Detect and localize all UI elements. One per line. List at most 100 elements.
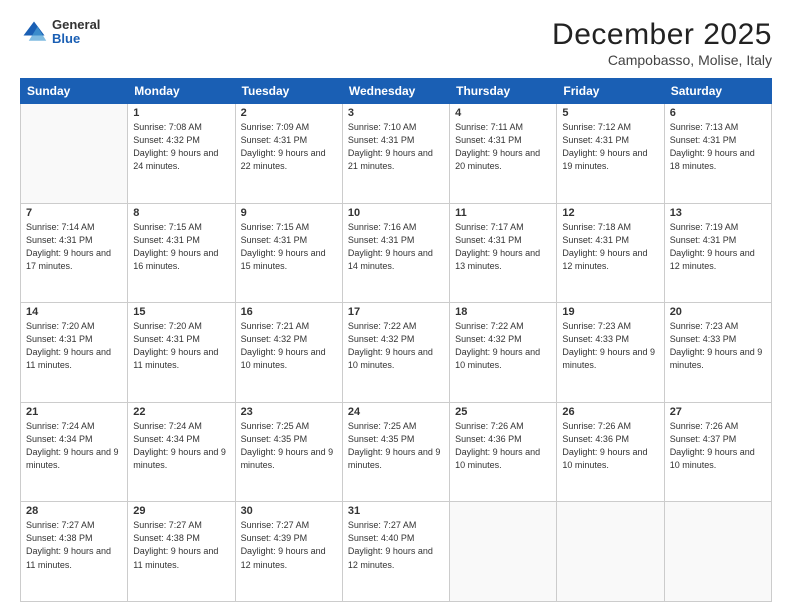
day-number: 24: [348, 406, 444, 418]
calendar-cell: 5 Sunrise: 7:12 AMSunset: 4:31 PMDayligh…: [557, 104, 664, 204]
calendar-cell: 26 Sunrise: 7:26 AMSunset: 4:36 PMDaylig…: [557, 402, 664, 502]
calendar-cell: 4 Sunrise: 7:11 AMSunset: 4:31 PMDayligh…: [450, 104, 557, 204]
day-number: 23: [241, 406, 337, 418]
calendar-week-row: 14 Sunrise: 7:20 AMSunset: 4:31 PMDaylig…: [21, 303, 772, 403]
logo: General Blue: [20, 18, 100, 47]
day-number: 4: [455, 107, 551, 119]
day-number: 27: [670, 406, 766, 418]
logo-icon: [20, 18, 48, 46]
day-number: 20: [670, 306, 766, 318]
calendar-cell: 31 Sunrise: 7:27 AMSunset: 4:40 PMDaylig…: [342, 502, 449, 602]
day-number: 31: [348, 505, 444, 517]
day-info: Sunrise: 7:22 AMSunset: 4:32 PMDaylight:…: [455, 320, 551, 372]
calendar-cell: 2 Sunrise: 7:09 AMSunset: 4:31 PMDayligh…: [235, 104, 342, 204]
day-info: Sunrise: 7:10 AMSunset: 4:31 PMDaylight:…: [348, 121, 444, 173]
day-info: Sunrise: 7:18 AMSunset: 4:31 PMDaylight:…: [562, 221, 658, 273]
day-info: Sunrise: 7:25 AMSunset: 4:35 PMDaylight:…: [348, 420, 444, 472]
day-number: 25: [455, 406, 551, 418]
day-number: 19: [562, 306, 658, 318]
day-number: 26: [562, 406, 658, 418]
day-header: Sunday: [21, 79, 128, 104]
calendar-cell: [21, 104, 128, 204]
calendar-cell: 23 Sunrise: 7:25 AMSunset: 4:35 PMDaylig…: [235, 402, 342, 502]
day-number: 15: [133, 306, 229, 318]
day-info: Sunrise: 7:26 AMSunset: 4:36 PMDaylight:…: [455, 420, 551, 472]
day-info: Sunrise: 7:26 AMSunset: 4:37 PMDaylight:…: [670, 420, 766, 472]
calendar-cell: 7 Sunrise: 7:14 AMSunset: 4:31 PMDayligh…: [21, 203, 128, 303]
day-info: Sunrise: 7:24 AMSunset: 4:34 PMDaylight:…: [133, 420, 229, 472]
day-info: Sunrise: 7:23 AMSunset: 4:33 PMDaylight:…: [670, 320, 766, 372]
day-info: Sunrise: 7:14 AMSunset: 4:31 PMDaylight:…: [26, 221, 122, 273]
day-info: Sunrise: 7:09 AMSunset: 4:31 PMDaylight:…: [241, 121, 337, 173]
day-number: 29: [133, 505, 229, 517]
day-header: Thursday: [450, 79, 557, 104]
calendar-cell: 10 Sunrise: 7:16 AMSunset: 4:31 PMDaylig…: [342, 203, 449, 303]
calendar-cell: 25 Sunrise: 7:26 AMSunset: 4:36 PMDaylig…: [450, 402, 557, 502]
day-header: Friday: [557, 79, 664, 104]
logo-blue: Blue: [52, 32, 100, 46]
page: General Blue December 2025 Campobasso, M…: [0, 0, 792, 612]
header-row: SundayMondayTuesdayWednesdayThursdayFrid…: [21, 79, 772, 104]
day-number: 18: [455, 306, 551, 318]
day-info: Sunrise: 7:23 AMSunset: 4:33 PMDaylight:…: [562, 320, 658, 372]
day-number: 7: [26, 207, 122, 219]
calendar-cell: 3 Sunrise: 7:10 AMSunset: 4:31 PMDayligh…: [342, 104, 449, 204]
day-info: Sunrise: 7:13 AMSunset: 4:31 PMDaylight:…: [670, 121, 766, 173]
header: General Blue December 2025 Campobasso, M…: [20, 18, 772, 68]
day-header: Tuesday: [235, 79, 342, 104]
day-info: Sunrise: 7:24 AMSunset: 4:34 PMDaylight:…: [26, 420, 122, 472]
day-info: Sunrise: 7:27 AMSunset: 4:38 PMDaylight:…: [26, 519, 122, 571]
day-number: 16: [241, 306, 337, 318]
day-number: 17: [348, 306, 444, 318]
day-number: 9: [241, 207, 337, 219]
calendar-cell: 15 Sunrise: 7:20 AMSunset: 4:31 PMDaylig…: [128, 303, 235, 403]
day-header: Wednesday: [342, 79, 449, 104]
subtitle: Campobasso, Molise, Italy: [552, 52, 772, 68]
day-info: Sunrise: 7:26 AMSunset: 4:36 PMDaylight:…: [562, 420, 658, 472]
day-number: 14: [26, 306, 122, 318]
day-number: 3: [348, 107, 444, 119]
logo-general: General: [52, 18, 100, 32]
calendar-week-row: 28 Sunrise: 7:27 AMSunset: 4:38 PMDaylig…: [21, 502, 772, 602]
calendar-cell: 30 Sunrise: 7:27 AMSunset: 4:39 PMDaylig…: [235, 502, 342, 602]
day-info: Sunrise: 7:27 AMSunset: 4:38 PMDaylight:…: [133, 519, 229, 571]
day-number: 12: [562, 207, 658, 219]
day-info: Sunrise: 7:11 AMSunset: 4:31 PMDaylight:…: [455, 121, 551, 173]
logo-text: General Blue: [52, 18, 100, 47]
calendar-cell: 19 Sunrise: 7:23 AMSunset: 4:33 PMDaylig…: [557, 303, 664, 403]
calendar-cell: [664, 502, 771, 602]
calendar-cell: [450, 502, 557, 602]
day-header: Saturday: [664, 79, 771, 104]
calendar-cell: 12 Sunrise: 7:18 AMSunset: 4:31 PMDaylig…: [557, 203, 664, 303]
calendar-cell: 18 Sunrise: 7:22 AMSunset: 4:32 PMDaylig…: [450, 303, 557, 403]
calendar-cell: 6 Sunrise: 7:13 AMSunset: 4:31 PMDayligh…: [664, 104, 771, 204]
calendar-cell: 27 Sunrise: 7:26 AMSunset: 4:37 PMDaylig…: [664, 402, 771, 502]
day-header: Monday: [128, 79, 235, 104]
calendar-cell: 1 Sunrise: 7:08 AMSunset: 4:32 PMDayligh…: [128, 104, 235, 204]
day-info: Sunrise: 7:22 AMSunset: 4:32 PMDaylight:…: [348, 320, 444, 372]
calendar-cell: 16 Sunrise: 7:21 AMSunset: 4:32 PMDaylig…: [235, 303, 342, 403]
day-number: 21: [26, 406, 122, 418]
day-info: Sunrise: 7:20 AMSunset: 4:31 PMDaylight:…: [26, 320, 122, 372]
calendar-cell: 21 Sunrise: 7:24 AMSunset: 4:34 PMDaylig…: [21, 402, 128, 502]
day-info: Sunrise: 7:15 AMSunset: 4:31 PMDaylight:…: [133, 221, 229, 273]
day-number: 5: [562, 107, 658, 119]
month-title: December 2025: [552, 18, 772, 52]
calendar-cell: 22 Sunrise: 7:24 AMSunset: 4:34 PMDaylig…: [128, 402, 235, 502]
calendar-cell: 11 Sunrise: 7:17 AMSunset: 4:31 PMDaylig…: [450, 203, 557, 303]
calendar-cell: 13 Sunrise: 7:19 AMSunset: 4:31 PMDaylig…: [664, 203, 771, 303]
day-number: 11: [455, 207, 551, 219]
day-info: Sunrise: 7:16 AMSunset: 4:31 PMDaylight:…: [348, 221, 444, 273]
calendar-cell: 28 Sunrise: 7:27 AMSunset: 4:38 PMDaylig…: [21, 502, 128, 602]
calendar-cell: 29 Sunrise: 7:27 AMSunset: 4:38 PMDaylig…: [128, 502, 235, 602]
day-info: Sunrise: 7:15 AMSunset: 4:31 PMDaylight:…: [241, 221, 337, 273]
day-info: Sunrise: 7:12 AMSunset: 4:31 PMDaylight:…: [562, 121, 658, 173]
day-info: Sunrise: 7:27 AMSunset: 4:39 PMDaylight:…: [241, 519, 337, 571]
day-info: Sunrise: 7:08 AMSunset: 4:32 PMDaylight:…: [133, 121, 229, 173]
calendar-cell: 8 Sunrise: 7:15 AMSunset: 4:31 PMDayligh…: [128, 203, 235, 303]
day-number: 10: [348, 207, 444, 219]
calendar-cell: 24 Sunrise: 7:25 AMSunset: 4:35 PMDaylig…: [342, 402, 449, 502]
day-info: Sunrise: 7:20 AMSunset: 4:31 PMDaylight:…: [133, 320, 229, 372]
day-info: Sunrise: 7:27 AMSunset: 4:40 PMDaylight:…: [348, 519, 444, 571]
day-number: 2: [241, 107, 337, 119]
